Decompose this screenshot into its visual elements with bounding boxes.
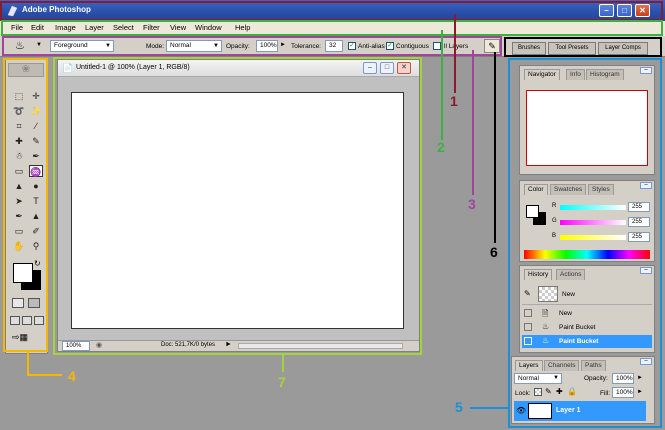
annotation-box-2 — [1, 20, 663, 36]
annotation-label-1: 1 — [450, 93, 458, 109]
annotation-label-3: 3 — [468, 196, 476, 212]
annotation-box-3 — [2, 36, 502, 56]
annotation-label-6: 6 — [490, 244, 498, 260]
annotation-label-2: 2 — [437, 139, 445, 155]
connector-4 — [27, 352, 62, 376]
annotation-box-4 — [3, 58, 48, 352]
annotation-box-7 — [53, 57, 422, 355]
annotation-box-6 — [504, 37, 662, 57]
annotation-label-7: 7 — [278, 374, 286, 390]
annotation-label-5: 5 — [455, 399, 463, 415]
annotation-box-1 — [0, 1, 663, 21]
annotation-box-5 — [508, 58, 662, 428]
annotation-label-4: 4 — [68, 368, 76, 384]
